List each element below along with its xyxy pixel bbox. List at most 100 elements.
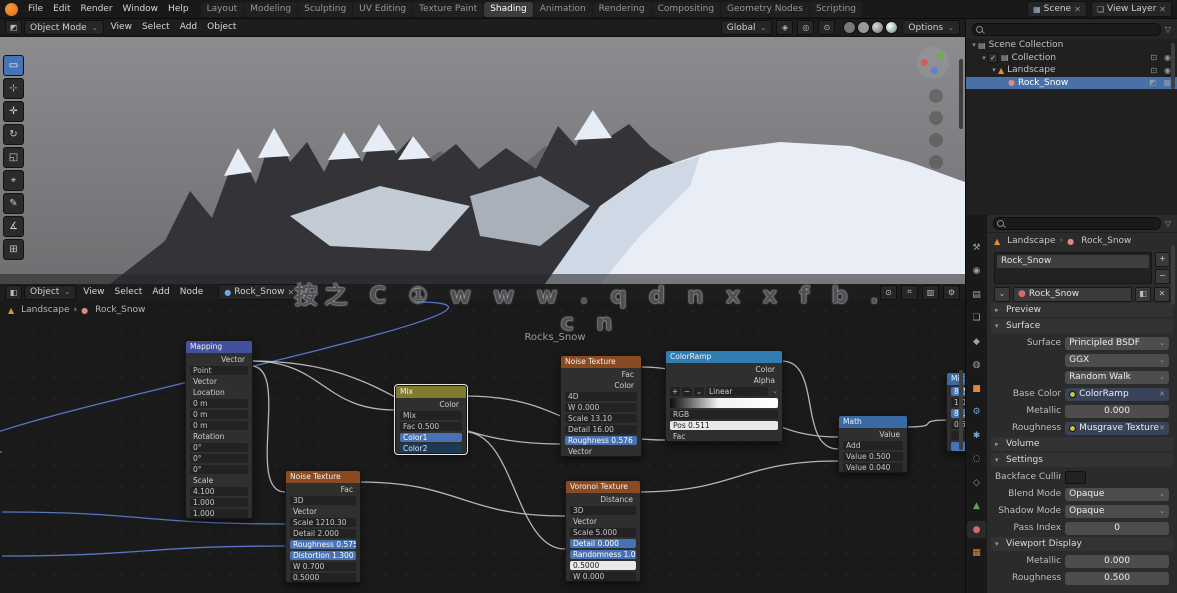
gear-icon[interactable]: ⚙ xyxy=(943,285,960,300)
node-row-value[interactable]: 0.5000 xyxy=(290,573,356,582)
viewport-menu-select[interactable]: Select xyxy=(137,20,175,35)
options-dropdown[interactable]: Options ⌄ xyxy=(902,20,960,35)
node-colorramp[interactable]: ColorRampColorAlpha+−⌄Linear⌄RGB⌄Pos 0.5… xyxy=(665,350,783,442)
visibility-icon[interactable]: ◉ xyxy=(1164,66,1171,75)
remove-slot-button[interactable]: − xyxy=(1155,269,1170,284)
tab-geometry-nodes[interactable]: Geometry Nodes xyxy=(721,2,809,17)
outliner-item-landscape[interactable]: ▾▲Landscape⊡◉ xyxy=(966,64,1177,77)
ramp-button[interactable]: + xyxy=(670,387,680,396)
properties-tab-constraints[interactable]: ◇ xyxy=(967,474,986,491)
shader-mode-dropdown[interactable]: Object ⌄ xyxy=(24,285,76,300)
node-row-value[interactable]: W 0.000 xyxy=(565,403,637,412)
properties-tab-texture[interactable]: ▦ xyxy=(967,545,986,562)
navigation-gizmo[interactable] xyxy=(917,47,949,79)
editor-type-icon[interactable]: ◧ xyxy=(5,285,22,300)
node-row-value[interactable]: Value 0.040 xyxy=(843,463,903,472)
prop-dropdown[interactable]: Opaque⌄ xyxy=(1065,488,1169,501)
menu-help[interactable]: Help xyxy=(163,2,194,17)
node-editor-scrollbar[interactable] xyxy=(959,370,963,450)
view-layer-selector[interactable]: ❏ View Layer ✕ xyxy=(1091,1,1172,17)
node-row-value[interactable]: 0 m xyxy=(190,399,248,408)
node-row-value[interactable]: 0° xyxy=(190,454,248,463)
outliner-scrollbar[interactable] xyxy=(1171,43,1175,89)
material-slot-list[interactable]: Rock_Snow xyxy=(994,252,1152,284)
node-row-value[interactable]: 1.000 xyxy=(190,509,248,518)
view-layer-unlink-icon[interactable]: ✕ xyxy=(1159,5,1166,14)
properties-tab-output[interactable]: ▤ xyxy=(967,286,986,303)
menu-window[interactable]: Window xyxy=(118,2,164,17)
node-row-value[interactable]: 0 m xyxy=(190,410,248,419)
select-box-tool[interactable]: ▭ xyxy=(3,55,24,76)
properties-tab-material[interactable]: ● xyxy=(967,521,986,538)
node-row-value[interactable]: Fac 0.500 xyxy=(400,422,462,431)
node-row-dropdown[interactable]: 3D⌄ xyxy=(290,496,356,505)
pan-button[interactable] xyxy=(929,111,943,125)
properties-filter-icon[interactable]: ▽ xyxy=(1165,219,1171,228)
shader-editor[interactable]: ◧ Object ⌄ ViewSelectAddNode ● Rock_Snow… xyxy=(0,284,965,593)
viewport-menu-add[interactable]: Add xyxy=(175,20,202,35)
outliner-item-rock-snow[interactable]: ●Rock_Snow◩▦ xyxy=(966,77,1177,90)
expander-icon[interactable]: ▾ xyxy=(970,41,978,49)
properties-tab-physics[interactable]: ◌ xyxy=(967,451,986,468)
properties-tab-render[interactable]: ◉ xyxy=(967,263,986,280)
node-row-value[interactable]: Scale 5.000 xyxy=(570,528,636,537)
expander-icon[interactable]: ▾ xyxy=(980,54,988,62)
viewport-menu-object[interactable]: Object xyxy=(202,20,241,35)
toggle-perspective-button[interactable] xyxy=(929,155,943,169)
node-noise-upper[interactable]: Noise TextureFacColor4D⌄W 0.000Scale 13.… xyxy=(560,355,642,457)
tab-rendering[interactable]: Rendering xyxy=(593,2,651,17)
prop-dropdown[interactable]: GGX⌄ xyxy=(1065,354,1169,367)
tab-compositing[interactable]: Compositing xyxy=(652,2,720,17)
node-header[interactable]: Noise Texture xyxy=(561,356,641,368)
prop-checkbox[interactable] xyxy=(1065,471,1086,484)
properties-tab-world[interactable]: ◍ xyxy=(967,357,986,374)
node-row-highlight[interactable]: Distortion 1.300 xyxy=(290,551,356,560)
tab-texture-paint[interactable]: Texture Paint xyxy=(413,2,483,17)
material-shading-icon[interactable] xyxy=(871,21,884,34)
fake-user-button[interactable]: ◧ xyxy=(1135,287,1151,302)
node-header[interactable]: ColorRamp xyxy=(666,351,782,363)
snap-icon[interactable]: ⌗ xyxy=(901,285,918,300)
filter-icon[interactable]: ▽ xyxy=(1165,25,1171,34)
prop-dropdown[interactable]: Principled BSDF⌄ xyxy=(1065,337,1169,350)
menu-render[interactable]: Render xyxy=(76,2,118,17)
camera-view-button[interactable] xyxy=(929,133,943,147)
material-pill[interactable]: ● Rock_Snow ✕ xyxy=(218,284,300,300)
outliner[interactable]: ▽ ▾▤Scene Collection▾✓▤Collection⊡◉▾▲Lan… xyxy=(966,19,1177,217)
shader-menu-node[interactable]: Node xyxy=(175,285,209,300)
prop-linked[interactable]: ColorRamp✕ xyxy=(1065,388,1169,401)
material-name-field[interactable]: ● Rock_Snow xyxy=(1013,287,1132,302)
visibility-icon[interactable]: ◩ xyxy=(1149,78,1157,87)
node-row-swatch[interactable]: Color2 xyxy=(400,444,462,453)
scale-tool[interactable]: ◱ xyxy=(3,147,24,168)
panel-header[interactable]: ▸Volume xyxy=(991,437,1173,451)
node-row-controls[interactable]: +−⌄Linear⌄ xyxy=(670,387,778,396)
rotate-tool[interactable]: ↻ xyxy=(3,124,24,145)
node-row-dropdown[interactable]: Point⌄ xyxy=(190,366,248,375)
node-row-value[interactable]: Value 0.500 xyxy=(843,452,903,461)
properties-search-input[interactable] xyxy=(993,217,1161,230)
node-row-value[interactable]: Detail 2.000 xyxy=(290,529,356,538)
node-row-highlight[interactable]: Roughness 0.576 xyxy=(565,436,637,445)
node-row-white[interactable]: Pos 0.511 xyxy=(670,421,778,430)
tab-sculpting[interactable]: Sculpting xyxy=(298,2,352,17)
prop-value[interactable]: 0.500 xyxy=(1065,572,1169,585)
viewport-menu-view[interactable]: View xyxy=(106,20,137,35)
prop-dropdown[interactable]: Opaque⌄ xyxy=(1065,505,1169,518)
shader-menu-add[interactable]: Add xyxy=(147,285,174,300)
annotate-tool[interactable]: ✎ xyxy=(3,193,24,214)
ramp-button[interactable]: − xyxy=(682,387,692,396)
node-row-value[interactable]: Scale 13.10 xyxy=(565,414,637,423)
node-row-dropdown[interactable]: 3D⌄ xyxy=(570,506,636,515)
shader-menu-select[interactable]: Select xyxy=(110,285,148,300)
properties-scrollbar[interactable] xyxy=(1171,245,1175,305)
node-canvas[interactable]: ▲Landscape›●Rock_Snow Rocks_Snow Mapping… xyxy=(0,300,965,593)
node-row-value[interactable]: 0 m xyxy=(190,421,248,430)
wireframe-shading-icon[interactable] xyxy=(843,21,856,34)
tab-animation[interactable]: Animation xyxy=(534,2,592,17)
properties-tab-modifiers[interactable]: ⚙ xyxy=(967,404,986,421)
node-noise-lower[interactable]: Noise TextureFac3D⌄VectorScale 1210.30De… xyxy=(285,470,361,583)
properties-tab-view-layer[interactable]: ❏ xyxy=(967,310,986,327)
visibility-icon[interactable]: ▦ xyxy=(1163,78,1171,87)
overlays-icon[interactable]: ⊙ xyxy=(818,20,835,35)
